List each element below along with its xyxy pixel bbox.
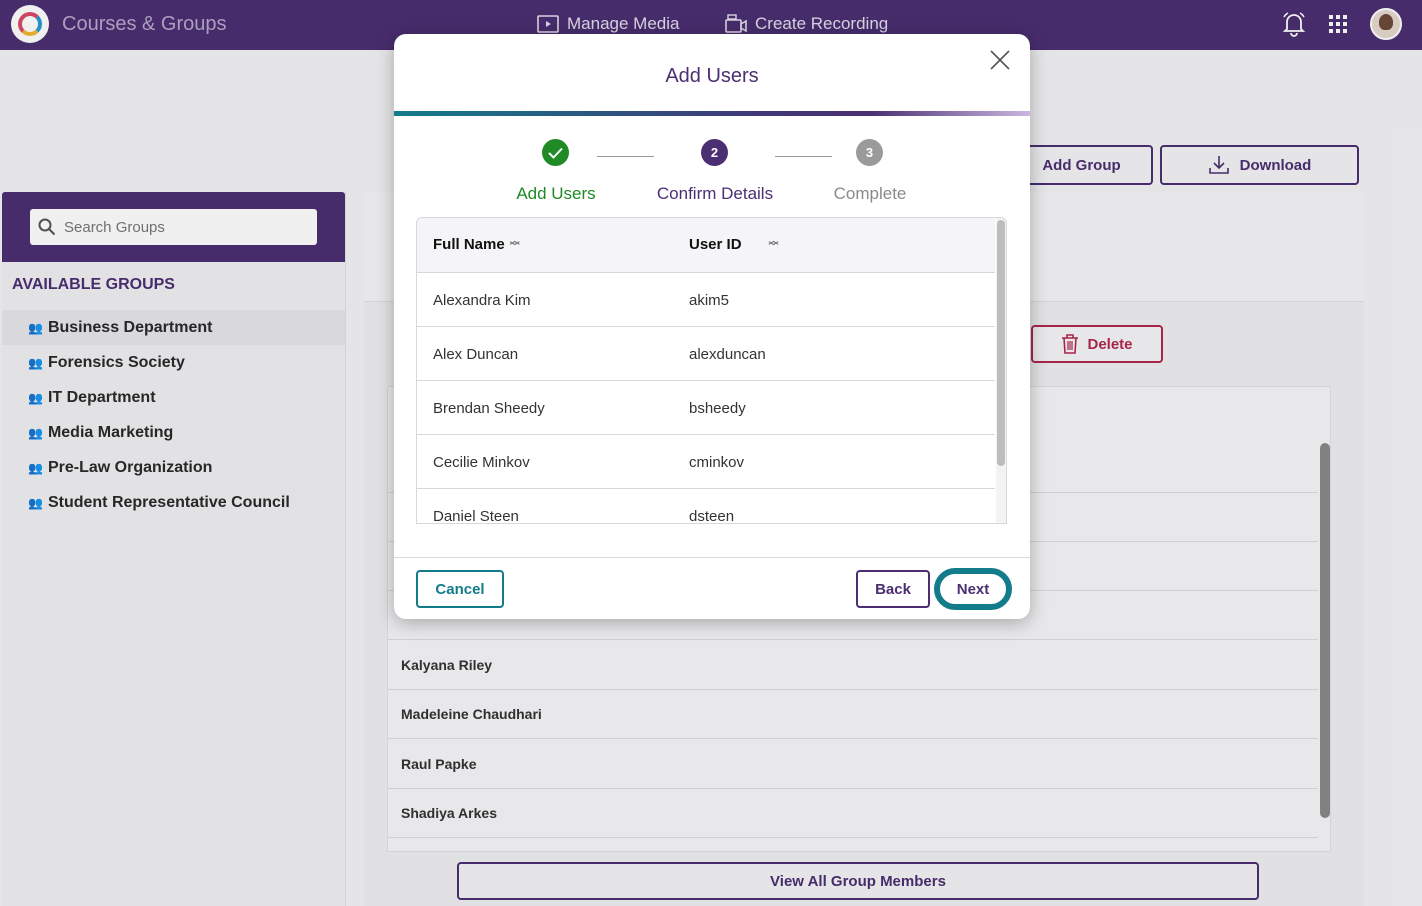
sort-icon: ︿ ﹀ — [768, 235, 779, 253]
cell-user-id: cminkov — [689, 454, 745, 471]
table-row[interactable]: Cecilie Minkov cminkov — [417, 435, 995, 489]
cell-full-name: Brendan Sheedy — [433, 400, 545, 417]
back-button[interactable]: Back — [856, 570, 930, 608]
step-3-pending: 3 — [856, 139, 883, 166]
step-2-current: 2 — [701, 139, 728, 166]
cancel-button[interactable]: Cancel — [416, 570, 504, 608]
column-full-name[interactable]: Full Name ︿ ﹀ — [433, 236, 520, 253]
step-2-label: Confirm Details — [656, 184, 774, 203]
step-3-label: Complete — [833, 184, 907, 203]
table-scrollbar[interactable] — [997, 220, 1005, 466]
sort-icon: ︿ ﹀ — [509, 235, 520, 253]
cell-full-name: Daniel Steen — [433, 508, 519, 524]
table-row[interactable]: Alexandra Kim akim5 — [417, 273, 995, 327]
table-row[interactable]: Brendan Sheedy bsheedy — [417, 381, 995, 435]
column-user-id[interactable]: User ID ︿ ﹀ — [689, 236, 779, 253]
cell-full-name: Cecilie Minkov — [433, 454, 530, 471]
step-1-label: Add Users — [516, 184, 596, 203]
add-users-modal: Add Users 2 3 Add Users Confirm Details … — [394, 34, 1030, 619]
modal-accent-bar — [394, 111, 1030, 116]
cell-full-name: Alexandra Kim — [433, 292, 531, 309]
step-connector — [597, 156, 654, 157]
cell-user-id: bsheedy — [689, 400, 746, 417]
table-header: Full Name ︿ ﹀ User ID ︿ ﹀ — [417, 218, 995, 273]
cell-user-id: dsteen — [689, 508, 735, 524]
cell-user-id: alexduncan — [689, 346, 766, 363]
next-button[interactable]: Next — [934, 568, 1012, 610]
modal-title: Add Users — [665, 65, 759, 87]
column-user-id-label: User ID — [689, 236, 742, 253]
table-row[interactable]: Alex Duncan alexduncan — [417, 327, 995, 381]
cell-full-name: Alex Duncan — [433, 346, 519, 363]
close-icon[interactable] — [987, 47, 1013, 73]
modal-footer: Cancel Back Next — [394, 557, 1030, 619]
step-1-complete — [542, 139, 569, 166]
table-row[interactable]: Daniel Steen dsteen — [417, 489, 995, 524]
checkmark-icon — [548, 147, 563, 159]
column-full-name-label: Full Name — [433, 236, 505, 253]
cell-user-id: akim5 — [689, 292, 730, 309]
step-connector — [775, 156, 832, 157]
users-table: Full Name ︿ ﹀ User ID ︿ ﹀ Alexandra Kim aki… — [416, 217, 1007, 524]
